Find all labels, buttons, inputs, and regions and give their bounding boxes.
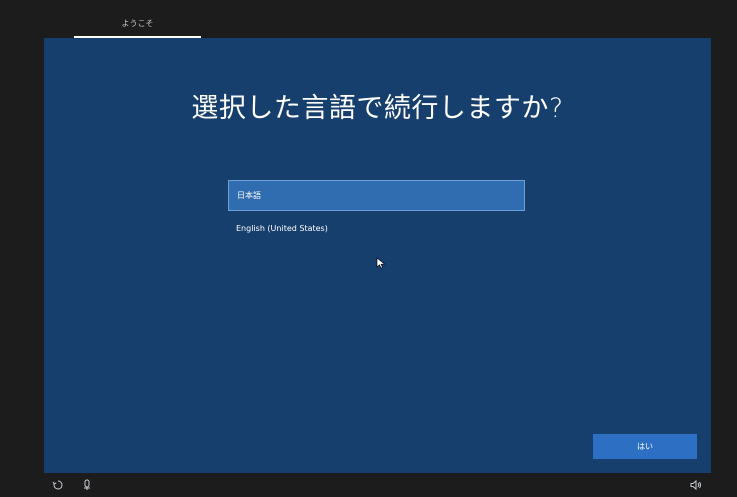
page-title: 選択した言語で続行しますか? — [191, 93, 564, 124]
language-list: 日本語 English (United States) — [228, 180, 525, 246]
volume-icon[interactable] — [690, 479, 702, 491]
yes-button[interactable]: はい — [593, 434, 697, 459]
ease-of-access-icon[interactable] — [52, 479, 64, 491]
bottom-taskbar — [0, 473, 737, 497]
main-panel: 選択した言語で続行しますか? 日本語 English (United State… — [44, 38, 711, 473]
oobe-screen: ようこそ 選択した言語で続行しますか? 日本語 English (United … — [0, 0, 737, 497]
step-bar: ようこそ — [0, 0, 737, 38]
step-tab-welcome: ようこそ — [121, 19, 154, 28]
language-option-japanese[interactable]: 日本語 — [228, 180, 525, 211]
mouse-cursor-icon — [376, 257, 386, 269]
language-option-english-us[interactable]: English (United States) — [228, 213, 525, 244]
microphone-icon[interactable] — [81, 479, 93, 491]
